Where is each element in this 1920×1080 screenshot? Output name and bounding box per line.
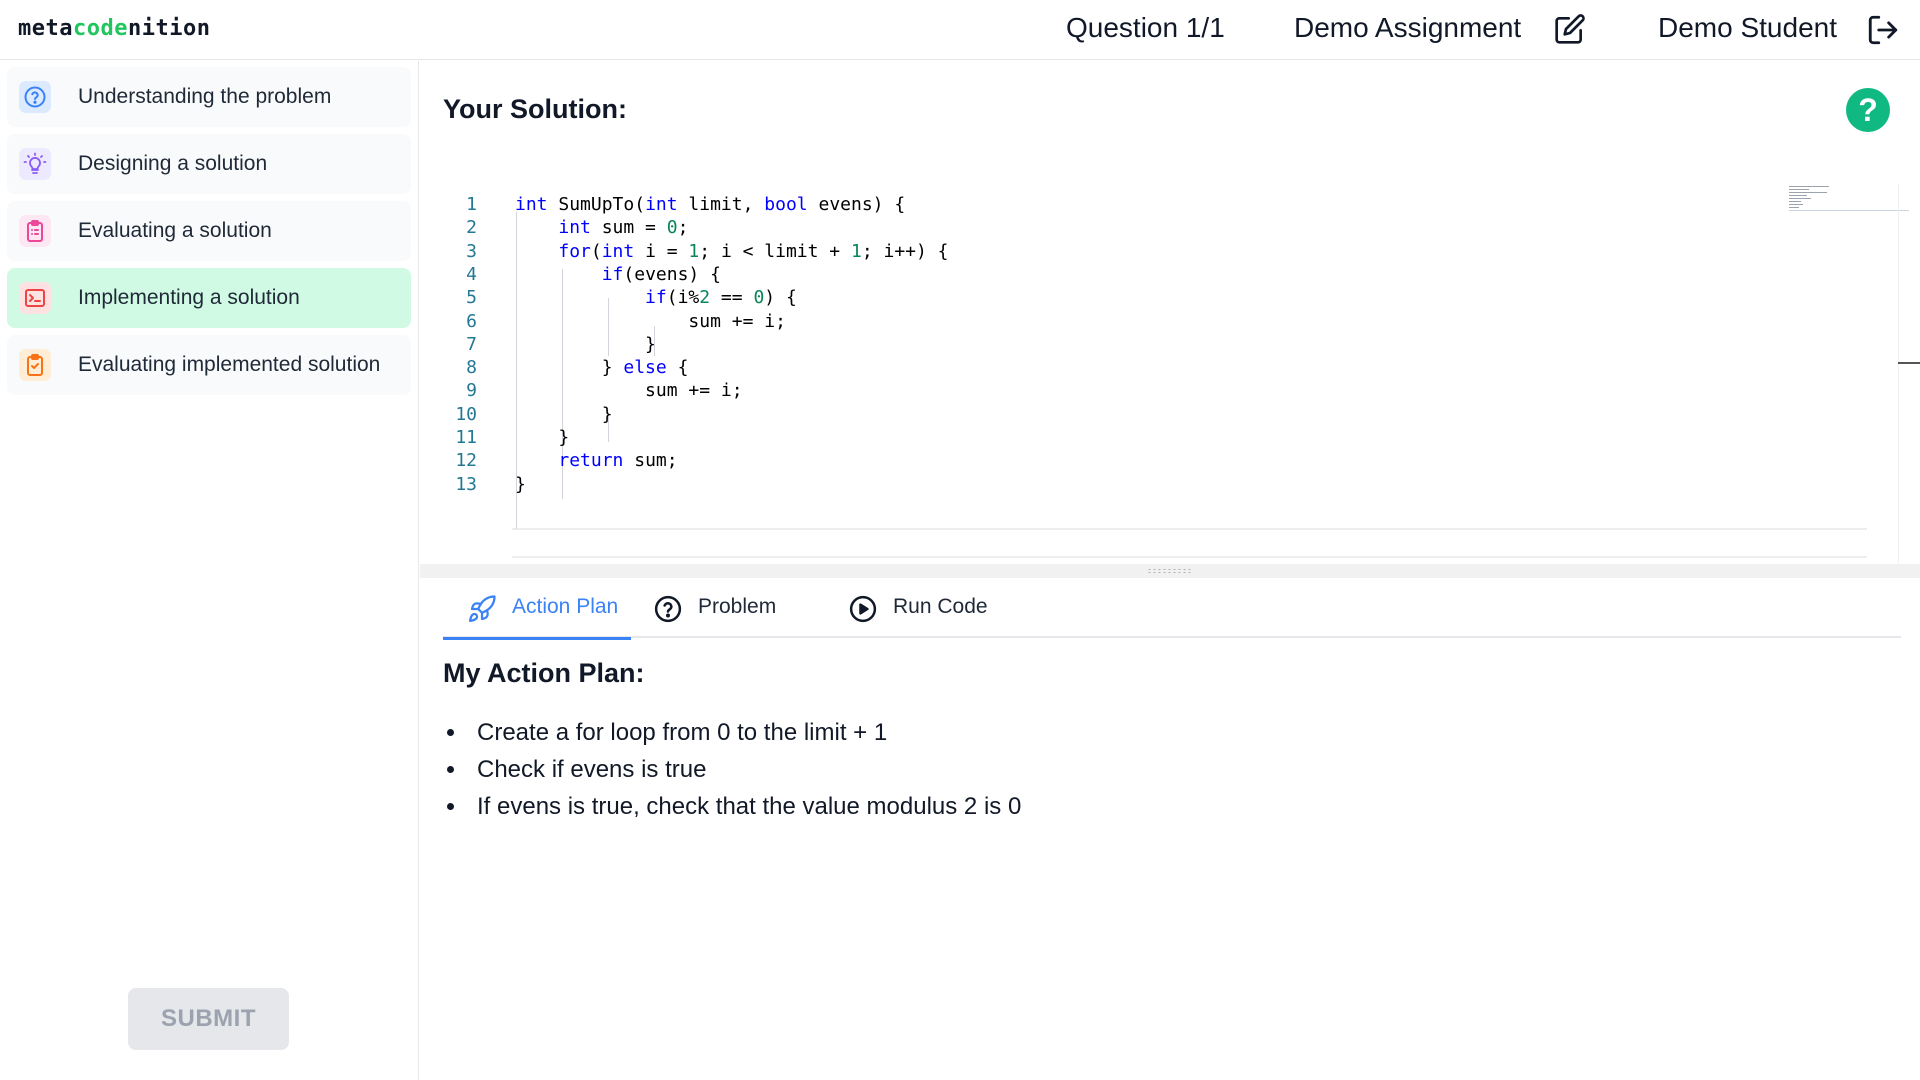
current-line-highlight xyxy=(512,528,1867,558)
line-number: 13 xyxy=(455,473,477,495)
main-panel: Your Solution: ? 1 int SumUpTo(int limit,… xyxy=(420,61,1920,1080)
step-label: Implementing a solution xyxy=(78,286,300,309)
solution-title: Your Solution: xyxy=(443,94,627,124)
step-evaluating-implemented-solution[interactable]: Evaluating implemented solution xyxy=(7,335,411,395)
edit-icon[interactable] xyxy=(1554,13,1586,45)
logo-accent: code xyxy=(72,16,128,41)
step-label: Understanding the problem xyxy=(78,85,332,108)
step-label: Designing a solution xyxy=(78,152,268,175)
question-circle-icon xyxy=(19,81,51,113)
tab-label: Problem xyxy=(698,595,777,618)
logo-prefix: meta xyxy=(18,16,73,41)
clipboard-list-icon xyxy=(19,215,51,247)
tab-action-plan[interactable]: Action Plan xyxy=(443,579,631,640)
student-name: Demo Student xyxy=(1658,12,1837,43)
line-code: } xyxy=(515,473,526,495)
play-circle-icon xyxy=(849,595,877,623)
list-item: Check if evens is true xyxy=(443,751,1843,788)
tab-problem[interactable]: Problem xyxy=(653,579,783,638)
tab-label: Action Plan xyxy=(512,595,619,618)
step-implementing-a-solution[interactable]: Implementing a solution xyxy=(7,268,411,328)
step-understanding-the-problem[interactable]: Understanding the problem xyxy=(7,67,411,127)
steps-sidebar: Understanding the problem Designing a so… xyxy=(0,61,419,1080)
app-logo[interactable]: metacodenition xyxy=(18,16,210,41)
panel-resize-handle[interactable] xyxy=(420,564,1920,578)
step-label: Evaluating a solution xyxy=(78,219,272,242)
logout-icon[interactable] xyxy=(1866,13,1900,47)
assignment-name: Demo Assignment xyxy=(1294,12,1522,43)
action-plan-title: My Action Plan: xyxy=(443,658,645,688)
question-counter: Question 1/1 xyxy=(1066,12,1225,43)
grip-dots-icon xyxy=(1147,568,1193,574)
lightbulb-icon xyxy=(19,148,51,180)
tab-run-code[interactable]: Run Code xyxy=(848,579,998,638)
top-bar: metacodenition Question 1/1 Demo Assignm… xyxy=(0,0,1920,60)
question-circle-icon xyxy=(654,595,682,623)
step-label: Evaluating implemented solution xyxy=(78,353,381,376)
submit-button[interactable]: SUBMIT xyxy=(128,988,289,1050)
action-plan-list: Create a for loop from 0 to the limit + … xyxy=(443,714,1843,825)
list-item: Create a for loop from 0 to the limit + … xyxy=(443,714,1843,751)
list-item: If evens is true, check that the value m… xyxy=(443,788,1843,825)
editor-minimap[interactable] xyxy=(1785,184,1909,214)
step-evaluating-a-solution[interactable]: Evaluating a solution xyxy=(7,201,411,261)
code-editor[interactable]: 1 int SumUpTo(int limit, bool evens) {2 i… xyxy=(420,184,1920,564)
help-button[interactable]: ? xyxy=(1846,88,1890,132)
scrollbar-position-marker xyxy=(1898,362,1920,364)
terminal-icon xyxy=(19,282,51,314)
tab-label: Run Code xyxy=(893,595,988,618)
logo-suffix: nition xyxy=(127,16,211,41)
editor-scrollbar[interactable] xyxy=(1898,184,1920,564)
clipboard-check-icon xyxy=(19,349,51,381)
code-line[interactable]: 13} xyxy=(420,471,1780,500)
step-designing-a-solution[interactable]: Designing a solution xyxy=(7,134,411,194)
bottom-tabs: Action Plan Problem Run Code xyxy=(443,579,1901,640)
rocket-icon xyxy=(469,595,496,622)
